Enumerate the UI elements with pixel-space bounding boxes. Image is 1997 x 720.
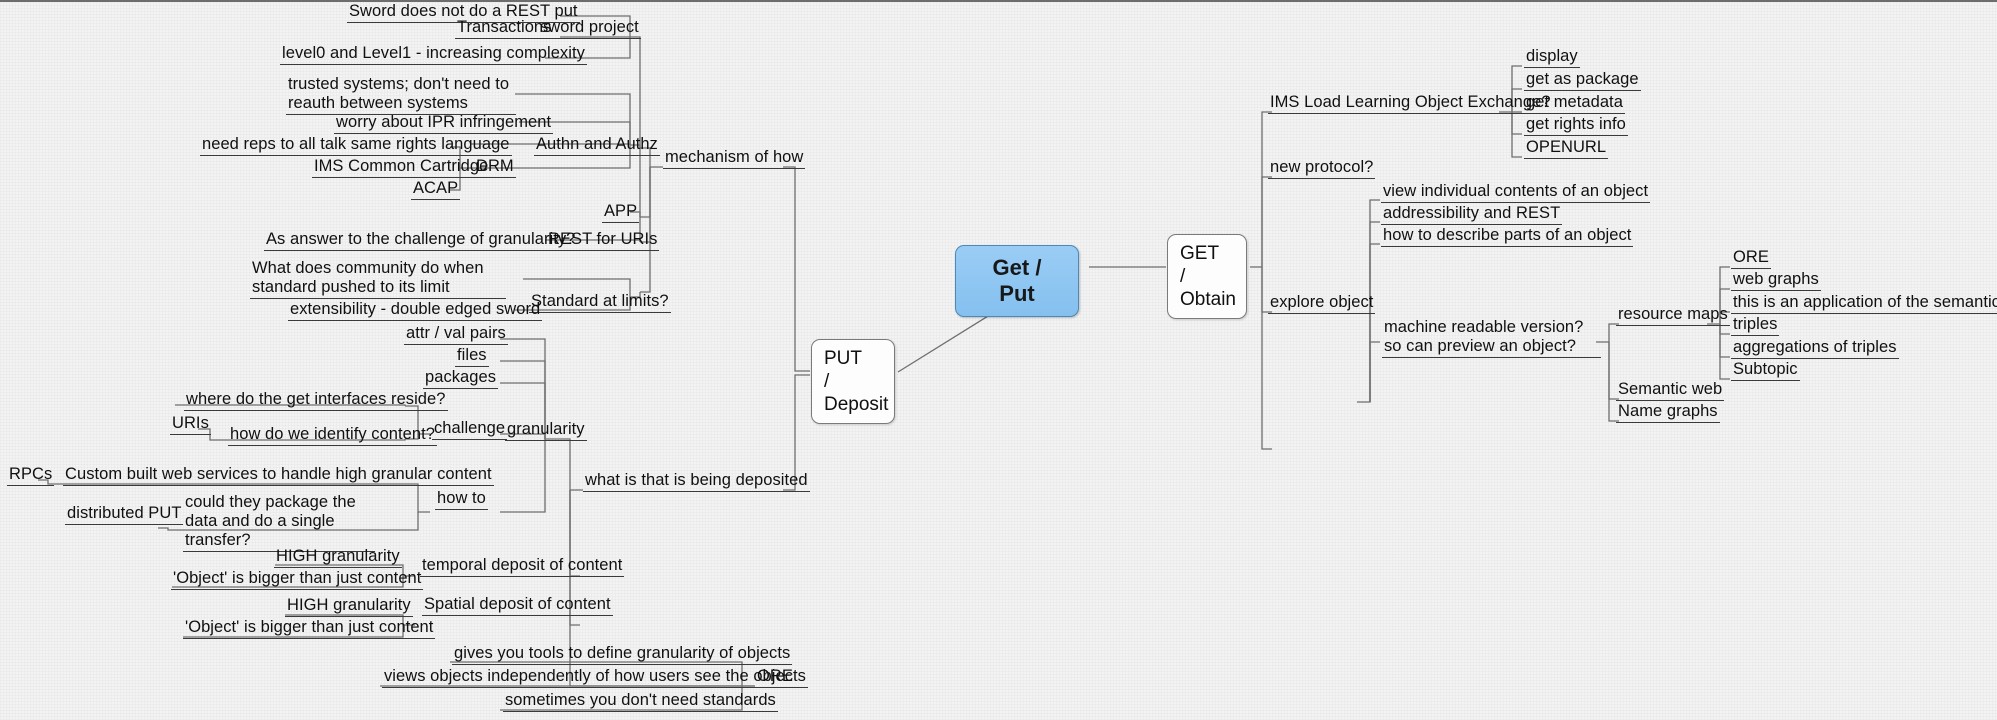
node-semantic-web[interactable]: Semantic web [1616,380,1725,401]
node-display[interactable]: display [1524,47,1580,68]
node-resource-maps[interactable]: resource maps [1616,305,1730,326]
mindmap-canvas: Get / Put GET / Obtain PUT / Deposit mec… [0,0,1997,720]
node-packages[interactable]: packages [423,368,499,389]
node-transactions[interactable]: Transactions [455,18,554,39]
node-ims-common-cartridge[interactable]: IMS Common Cartridge [312,157,491,178]
node-triples[interactable]: triples [1731,315,1780,336]
node-could-they-package-data[interactable]: could they package the data and do a sin… [183,493,375,552]
node-sometimes-no-standards[interactable]: sometimes you don't need standards [503,691,778,712]
node-what-is-being-deposited[interactable]: what is that is being deposited [583,471,810,492]
node-web-graphs[interactable]: web graphs [1731,270,1821,291]
node-put-deposit-line1: PUT [824,348,862,369]
node-where-do-get-interfaces-reside[interactable]: where do the get interfaces reside? [184,390,448,411]
node-spatial-high-granularity[interactable]: HIGH granularity [285,596,413,617]
node-aggregations-of-triples[interactable]: aggregations of triples [1731,338,1899,359]
node-level0-level1[interactable]: level0 and Level1 - increasing complexit… [280,44,587,65]
node-custom-built-web-services[interactable]: Custom built web services to handle high… [63,465,494,486]
node-views-objects-independently[interactable]: views objects independently of how users… [382,667,808,688]
node-this-is-application-semantic-web[interactable]: this is an application of the semantic w… [1731,293,1997,314]
node-get-obtain-line3: Obtain [1180,289,1236,310]
node-temporal-object-is-bigger[interactable]: 'Object' is bigger than just content [171,569,424,590]
node-addressibility-and-rest[interactable]: addressibility and REST [1381,204,1563,225]
node-get-obtain-line1: GET [1180,243,1220,264]
node-how-to-describe-parts[interactable]: how to describe parts of an object [1381,226,1634,247]
node-explore-object[interactable]: explore object [1268,293,1376,314]
node-as-answer-to-challenge[interactable]: As answer to the challenge of granularit… [264,230,578,251]
node-view-individual-contents[interactable]: view individual contents of an object [1381,182,1651,203]
node-how-do-we-identify-content[interactable]: how do we identify content? [228,425,437,446]
node-ims-load-learning-object-exchange[interactable]: IMS Load Learning Object Exchange? [1268,93,1553,114]
node-app[interactable]: APP [602,202,640,223]
node-get-obtain[interactable]: GET / Obtain [1167,234,1247,319]
node-distributed-put[interactable]: distributed PUT [65,504,184,525]
node-spatial-object-is-bigger[interactable]: 'Object' is bigger than just content [183,618,436,639]
node-ore-right[interactable]: ORE [1731,248,1771,269]
node-uris[interactable]: URIs [170,414,211,435]
node-temporal-deposit-of-content[interactable]: temporal deposit of content [420,556,625,577]
node-new-protocol[interactable]: new protocol? [1268,158,1376,179]
node-put-deposit-line2: / [824,371,830,392]
root-node-get-put[interactable]: Get / Put [955,245,1079,317]
node-attr-val-pairs[interactable]: attr / val pairs [404,324,508,345]
node-challenge[interactable]: challenge [432,419,508,440]
node-trusted-systems[interactable]: trusted systems; don't need to reauth be… [286,75,516,115]
node-openurl[interactable]: OPENURL [1524,138,1609,159]
node-how-to[interactable]: how to [435,489,488,510]
node-name-graphs[interactable]: Name graphs [1616,402,1720,423]
node-get-rights-info[interactable]: get rights info [1524,115,1628,136]
node-granularity[interactable]: granularity [505,420,587,441]
node-extensibility-double-edged-sword[interactable]: extensibility - double edged sword [288,300,543,321]
node-put-deposit-line3: Deposit [824,394,889,415]
node-get-as-package[interactable]: get as package [1524,70,1641,91]
node-get-metadata[interactable]: get metadata [1524,93,1625,114]
node-what-does-community-do[interactable]: What does community do when standard pus… [250,259,506,299]
node-get-obtain-line2: / [1180,266,1186,287]
node-worry-about-ipr[interactable]: worry about IPR infringement [334,113,554,134]
node-gives-you-tools[interactable]: gives you tools to define granularity of… [452,644,793,665]
node-authn-and-authz[interactable]: Authn and Authz [534,135,660,156]
node-need-reps-rights-language[interactable]: need reps to all talk same rights langua… [200,135,512,156]
node-subtopic[interactable]: Subtopic [1731,360,1800,381]
node-files[interactable]: files [455,346,489,367]
node-standard-at-limits[interactable]: Standard at limits? [529,292,671,313]
node-rpcs[interactable]: RPCs [7,465,55,486]
node-mechanism-of-how[interactable]: mechanism of how [663,148,806,169]
node-machine-readable-version[interactable]: machine readable version? so can preview… [1382,318,1601,358]
node-temporal-high-granularity[interactable]: HIGH granularity [274,547,402,568]
node-put-deposit[interactable]: PUT / Deposit [811,339,895,424]
node-acap[interactable]: ACAP [411,179,461,200]
node-spatial-deposit-of-content[interactable]: Spatial deposit of content [422,595,613,616]
